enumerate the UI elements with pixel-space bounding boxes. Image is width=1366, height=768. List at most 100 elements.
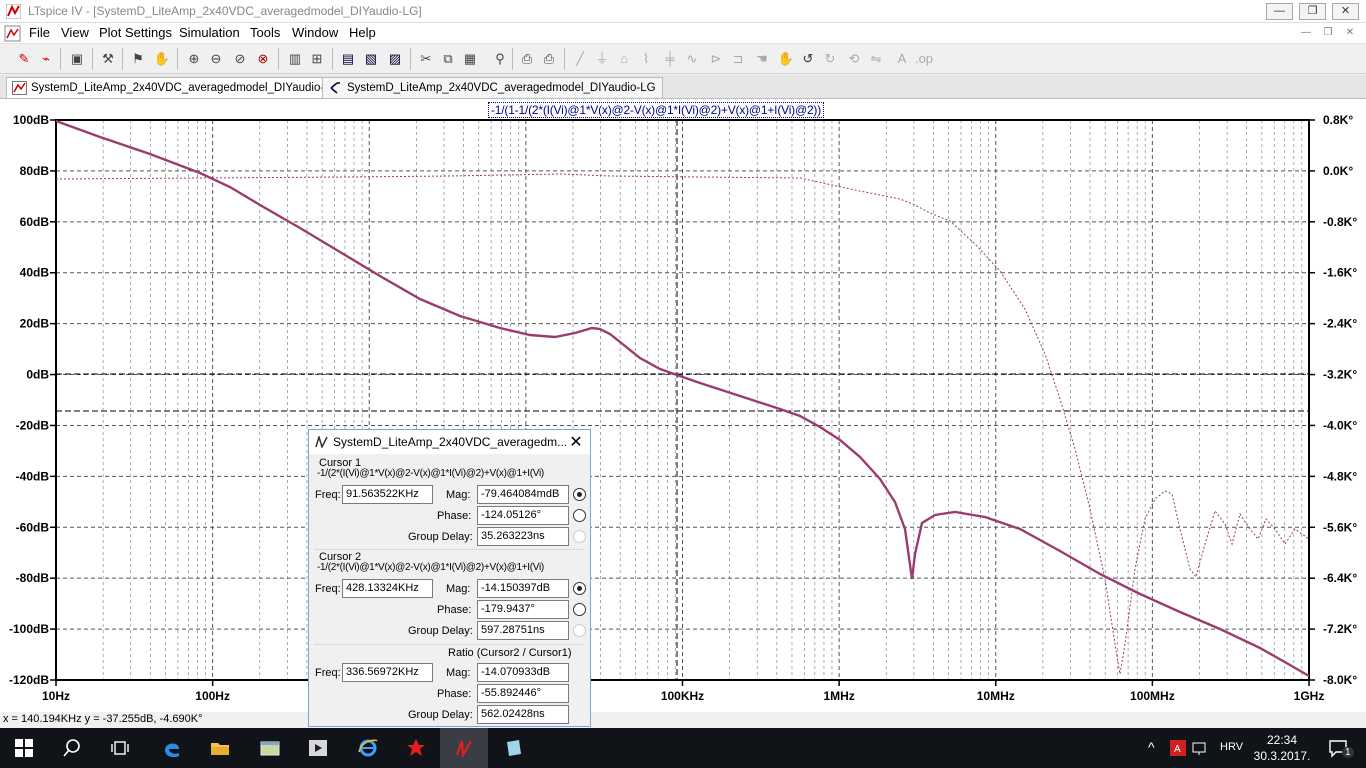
taskbar-file-explorer[interactable] bbox=[196, 728, 244, 768]
zoom-out-icon[interactable]: ⊖ bbox=[206, 49, 226, 69]
text-icon[interactable]: A bbox=[892, 49, 912, 69]
mirror-icon[interactable]: ⇋ bbox=[866, 49, 886, 69]
menu-help[interactable]: Help bbox=[346, 25, 379, 40]
start-button[interactable] bbox=[0, 728, 48, 768]
inductor-icon[interactable]: ∿ bbox=[682, 49, 702, 69]
taskbar-edge[interactable] bbox=[148, 728, 196, 768]
tile-icon[interactable]: ▤ bbox=[338, 49, 358, 69]
mdi-close-button[interactable]: ✕ bbox=[1340, 26, 1360, 41]
notification-center-button[interactable]: 1 bbox=[1322, 728, 1366, 768]
cursor1-phase-radio[interactable] bbox=[573, 509, 586, 522]
tab-waveform[interactable]: SystemD_LiteAmp_2x40VDC_averagedmodel_DI… bbox=[6, 77, 347, 98]
extra-open-icon[interactable]: ⌁ bbox=[36, 49, 56, 69]
zoom-in-icon[interactable]: ⊕ bbox=[184, 49, 204, 69]
spice-directive-icon[interactable]: .op bbox=[914, 49, 934, 69]
taskbar-notepad[interactable] bbox=[490, 728, 538, 768]
redo-icon[interactable]: ↻ bbox=[820, 49, 840, 69]
ratio-freq-label: Freq: bbox=[315, 667, 341, 679]
find-icon[interactable]: ⚲ bbox=[490, 49, 510, 69]
red-app-icon bbox=[407, 739, 425, 756]
ratio-phase-field[interactable]: -55.892446° bbox=[477, 684, 569, 703]
chevron-up-icon[interactable]: ^ bbox=[1148, 739, 1155, 755]
x-axis-tick-label: 1GHz bbox=[1294, 689, 1325, 703]
task-view-button[interactable] bbox=[96, 728, 144, 768]
minimize-button[interactable]: — bbox=[1266, 3, 1293, 20]
menu-window[interactable]: Window bbox=[289, 25, 341, 40]
cursor1-phase-field[interactable]: -124.05126° bbox=[477, 506, 569, 525]
rotate-icon[interactable]: ⟲ bbox=[844, 49, 864, 69]
zoom-cancel-icon[interactable]: ⊗ bbox=[253, 49, 273, 69]
cursor1-gd-label: Group Delay: bbox=[408, 531, 473, 543]
mdi-restore-button[interactable]: ❐ bbox=[1318, 26, 1338, 41]
taskbar-ltspice[interactable] bbox=[440, 728, 488, 768]
taskbar-explorer-window[interactable] bbox=[246, 728, 294, 768]
menu-tools[interactable]: Tools bbox=[247, 25, 283, 40]
ground-icon[interactable]: ⏚ bbox=[592, 49, 612, 69]
cursor1-mag-field[interactable]: -79.464084mdB bbox=[477, 485, 569, 504]
right-axis-tick-label: 0.0K° bbox=[1323, 164, 1353, 178]
print-icon[interactable]: ⎙ bbox=[539, 49, 559, 69]
tab-schematic[interactable]: SystemD_LiteAmp_2x40VDC_averagedmodel_DI… bbox=[322, 77, 663, 98]
menu-plot-settings[interactable]: Plot Settings bbox=[96, 25, 175, 40]
autorange-icon[interactable]: ▥ bbox=[285, 49, 305, 69]
ratio-gd-field[interactable]: 562.02428ns bbox=[477, 705, 569, 724]
right-axis-tick-label: -8.0K° bbox=[1323, 673, 1357, 687]
search-button[interactable] bbox=[48, 728, 96, 768]
label-icon[interactable]: ⌂ bbox=[614, 49, 634, 69]
ratio-freq-field[interactable]: 336.56972KHz bbox=[342, 663, 433, 682]
pan-icon[interactable]: ✋ bbox=[152, 49, 172, 69]
cursor2-phase-field[interactable]: -179.9437° bbox=[477, 600, 569, 619]
wire-icon[interactable]: ╱ bbox=[570, 49, 590, 69]
network-icon[interactable] bbox=[1192, 740, 1208, 756]
waveform-doc-icon[interactable] bbox=[4, 25, 21, 42]
resistor-icon[interactable]: ⌇ bbox=[636, 49, 656, 69]
tray-app-icon[interactable]: A bbox=[1170, 740, 1186, 756]
language-indicator[interactable]: HRV bbox=[1220, 741, 1243, 753]
close-button[interactable]: ✕ bbox=[1332, 3, 1359, 20]
menu-view[interactable]: View bbox=[58, 25, 92, 40]
left-axis-tick-label: 40dB bbox=[20, 266, 50, 280]
move-icon[interactable]: ☚ bbox=[752, 49, 772, 69]
cursor2-mag-field[interactable]: -14.150397dB bbox=[477, 579, 569, 598]
close-windows-icon[interactable]: ▨ bbox=[385, 49, 405, 69]
copy-icon[interactable]: ⧉ bbox=[438, 49, 458, 69]
restore-button[interactable]: ❐ bbox=[1299, 3, 1326, 20]
run-icon[interactable]: ⚑ bbox=[128, 49, 148, 69]
zoom-full-icon[interactable]: ⊞ bbox=[307, 49, 327, 69]
left-axis-tick-label: -20dB bbox=[16, 418, 50, 432]
cursor2-freq-field[interactable]: 428.13324KHz bbox=[342, 579, 433, 598]
bode-plot[interactable]: 100dB 80dB 60dB 40dB 20dB 0dB -20dB -40dB -60dB -… bbox=[0, 99, 1366, 712]
plot-pane[interactable]: 100dB 80dB 60dB 40dB 20dB 0dB -20dB -40dB -60dB -… bbox=[0, 99, 1366, 712]
taskbar-clock[interactable]: 22:34 30.3.2017. bbox=[1252, 732, 1312, 764]
save-icon[interactable]: ▣ bbox=[67, 49, 87, 69]
ratio-mag-field[interactable]: -14.070933dB bbox=[477, 663, 569, 682]
open-schematic-icon[interactable]: ✎ bbox=[14, 49, 34, 69]
menu-file[interactable]: File bbox=[26, 25, 53, 40]
cursor1-mag-radio[interactable] bbox=[573, 488, 586, 501]
undo-icon[interactable]: ↺ bbox=[798, 49, 818, 69]
dialog-close-icon[interactable]: ✕ bbox=[567, 432, 585, 452]
zoom-back-icon[interactable]: ⊘ bbox=[230, 49, 250, 69]
cursor1-gd-field[interactable]: 35.263223ns bbox=[477, 527, 569, 546]
taskbar-internet-explorer[interactable] bbox=[344, 728, 392, 768]
dialog-title-bar[interactable]: SystemD_LiteAmp_2x40VDC_averagedm... ✕ bbox=[309, 430, 590, 454]
component-icon[interactable]: ⊐ bbox=[728, 49, 748, 69]
cursor2-phase-radio[interactable] bbox=[573, 603, 586, 616]
cut-icon[interactable]: ✂ bbox=[416, 49, 436, 69]
cascade-icon[interactable]: ▧ bbox=[361, 49, 381, 69]
taskbar-media-app[interactable] bbox=[294, 728, 342, 768]
diode-icon[interactable]: ⊳ bbox=[706, 49, 726, 69]
cursor-dialog[interactable]: SystemD_LiteAmp_2x40VDC_averagedm... ✕ C… bbox=[308, 429, 591, 727]
menu-simulation[interactable]: Simulation bbox=[176, 25, 243, 40]
cursor2-mag-radio[interactable] bbox=[573, 582, 586, 595]
taskbar-red-app[interactable] bbox=[392, 728, 440, 768]
cursor1-freq-field[interactable]: 91.563522KHz bbox=[342, 485, 433, 504]
capacitor-icon[interactable]: ╪ bbox=[660, 49, 680, 69]
mdi-minimize-button[interactable]: — bbox=[1296, 26, 1316, 41]
trace-expression-label[interactable]: -1/(1-1/(2*(I(Vi)@1*V(x)@2-V(x)@1*I(Vi)@… bbox=[488, 102, 825, 118]
control-panel-icon[interactable]: ⚒ bbox=[98, 49, 118, 69]
print-preview-icon[interactable]: ⎙ bbox=[517, 49, 537, 69]
drag-icon[interactable]: ✋ bbox=[776, 49, 796, 69]
paste-icon[interactable]: ▦ bbox=[460, 49, 480, 69]
cursor2-gd-field[interactable]: 597.28751ns bbox=[477, 621, 569, 640]
